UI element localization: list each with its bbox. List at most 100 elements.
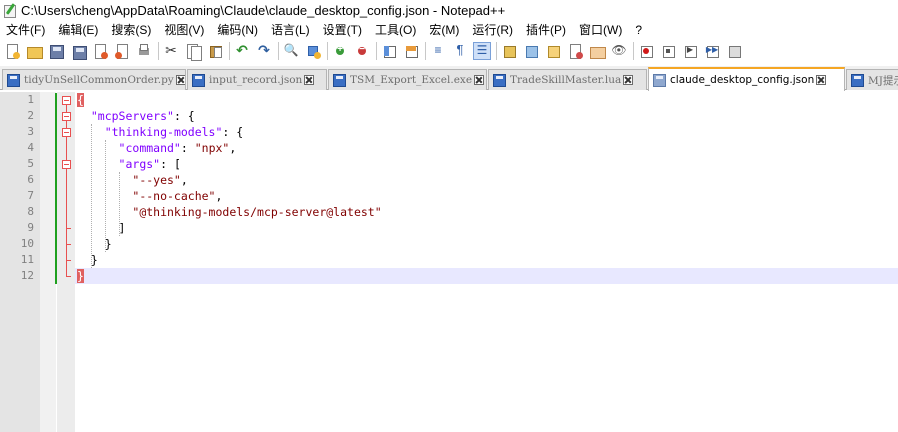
menu-view[interactable]: 视图(V) [157, 21, 210, 38]
folder-workspace-icon[interactable] [589, 43, 606, 59]
code-line[interactable]: "--yes", [77, 172, 187, 188]
code-token: } [77, 237, 112, 251]
line-number: 4 [27, 141, 34, 154]
fold-toggle-icon[interactable] [62, 112, 71, 121]
menu-edit[interactable]: 编辑(E) [51, 21, 104, 38]
code-line[interactable]: ] [77, 220, 126, 236]
editor[interactable]: 1 2 3 4 5 6 7 8 9 10 11 12 { "mcpServers": { "think… [0, 92, 898, 432]
find-icon[interactable]: 🔍 [283, 43, 299, 59]
close-all-icon[interactable] [114, 43, 130, 59]
indent-guide-icon[interactable]: ☰ [473, 41, 491, 60]
fold-end-marker [66, 276, 71, 277]
title-bar: C:\Users\cheng\AppData\Roaming\Claude\cl… [0, 0, 898, 20]
fold-toggle-icon[interactable] [62, 96, 71, 105]
tab-label: tidyUnSellCommonOrder.py [24, 74, 174, 86]
paste-icon[interactable] [207, 43, 223, 59]
zoom-in-icon[interactable]: + [332, 43, 348, 59]
fold-toggle-icon[interactable] [62, 160, 71, 169]
play-macro-icon[interactable]: ▶ [682, 43, 698, 59]
tab-claude-desktop-config[interactable]: claude_desktop_config.json [648, 67, 845, 91]
word-wrap-icon[interactable]: ≡ [430, 43, 446, 59]
menu-plugins[interactable]: 插件(P) [519, 21, 572, 38]
code-line[interactable]: "args": [ [77, 156, 181, 172]
code-token: , [229, 141, 237, 155]
save-macro-icon[interactable] [726, 43, 742, 59]
menu-run[interactable]: 运行(R) [465, 21, 519, 38]
tab-close-icon[interactable] [474, 75, 485, 85]
redo-icon[interactable]: ↷ [256, 42, 272, 59]
udl-icon[interactable] [501, 43, 517, 59]
tab-tidy-unsell-common-order[interactable]: tidyUnSellCommonOrder.py [2, 69, 186, 90]
line-number: 12 [20, 269, 34, 282]
code-line[interactable]: "--no-cache", [77, 188, 222, 204]
show-all-chars-icon[interactable]: ¶ [452, 42, 468, 59]
tab-trade-skill-master[interactable]: TradeSkillMaster.lua [488, 69, 647, 90]
replace-icon[interactable] [305, 43, 321, 59]
monitoring-icon[interactable]: 👁 [611, 43, 627, 59]
code-line[interactable]: { [77, 92, 84, 108]
print-icon[interactable] [136, 43, 152, 59]
tab-tsm-export-excel[interactable]: TSM_Export_Excel.exe [328, 69, 487, 90]
code-token: : [ [160, 157, 181, 171]
code-line[interactable]: "@thinking-models/mcp-server@latest" [77, 204, 381, 220]
tab-close-icon[interactable] [175, 75, 185, 85]
menu-file[interactable]: 文件(F) [0, 21, 51, 38]
tab-close-icon[interactable] [623, 75, 634, 85]
fold-end-marker [66, 228, 71, 229]
copy-icon[interactable] [185, 43, 202, 61]
line-number-gutter: 1 2 3 4 5 6 7 8 9 10 11 12 [0, 92, 40, 432]
code-line[interactable]: } [77, 236, 112, 252]
menu-help[interactable]: ? [628, 23, 648, 37]
undo-icon[interactable]: ↶ [234, 42, 250, 59]
fold-toggle-icon[interactable] [62, 128, 71, 137]
sync-horizontal-icon[interactable] [403, 43, 419, 59]
tab-close-icon[interactable] [304, 75, 315, 85]
code-token: : { [173, 109, 195, 123]
menu-encoding[interactable]: 编码(N) [210, 21, 264, 38]
code-line[interactable]: } [77, 252, 98, 268]
open-file-icon[interactable] [26, 43, 43, 59]
menu-language[interactable]: 语言(L) [264, 21, 316, 38]
line-number: 9 [27, 221, 34, 234]
json-string: "npx" [194, 141, 230, 155]
menu-window[interactable]: 窗口(W) [572, 21, 628, 38]
change-history-bar [55, 93, 57, 284]
run-macro-multiple-icon[interactable]: ▶▶ [704, 43, 720, 59]
function-list-icon[interactable] [567, 43, 583, 59]
tab-close-icon[interactable] [816, 75, 827, 85]
menu-settings[interactable]: 设置(T) [316, 21, 368, 38]
line-number: 10 [20, 237, 34, 250]
bookmark-margin[interactable] [40, 92, 56, 432]
doc-map-icon[interactable] [523, 43, 539, 59]
record-macro-icon[interactable] [638, 43, 654, 59]
saved-file-icon [851, 73, 864, 87]
tab-mj-prompt[interactable]: MJ提示 [846, 69, 898, 90]
code-token: : { [222, 125, 244, 139]
code-line[interactable]: "mcpServers": { [77, 108, 195, 124]
stop-macro-icon[interactable] [660, 43, 676, 59]
close-icon[interactable] [92, 43, 108, 59]
fold-end-marker [66, 260, 71, 261]
line-number: 5 [27, 157, 34, 170]
line-number: 6 [27, 173, 34, 186]
menu-search[interactable]: 搜索(S) [104, 21, 157, 38]
line-number: 2 [27, 109, 34, 122]
doc-list-icon[interactable] [545, 43, 561, 59]
sync-vertical-icon[interactable] [381, 43, 397, 59]
code-line[interactable]: "command": "npx", [77, 140, 237, 156]
tab-input-record[interactable]: input_record.json [187, 69, 327, 90]
save-all-icon[interactable] [70, 43, 87, 60]
saved-file-icon [333, 73, 346, 87]
tab-label: TradeSkillMaster.lua [510, 74, 622, 86]
menu-macro[interactable]: 宏(M) [422, 21, 465, 38]
zoom-out-icon[interactable]: − [354, 43, 370, 59]
menu-tools[interactable]: 工具(O) [368, 21, 422, 38]
code-area[interactable]: { "mcpServers": { "thinking-models": { "… [75, 92, 898, 432]
code-line[interactable]: "thinking-models": { [77, 124, 243, 140]
code-line[interactable]: } [77, 268, 84, 284]
cut-icon[interactable]: ✂ [163, 42, 179, 59]
new-file-icon[interactable] [4, 43, 20, 59]
tab-label: MJ提示 [868, 74, 898, 87]
save-icon[interactable] [48, 43, 64, 59]
